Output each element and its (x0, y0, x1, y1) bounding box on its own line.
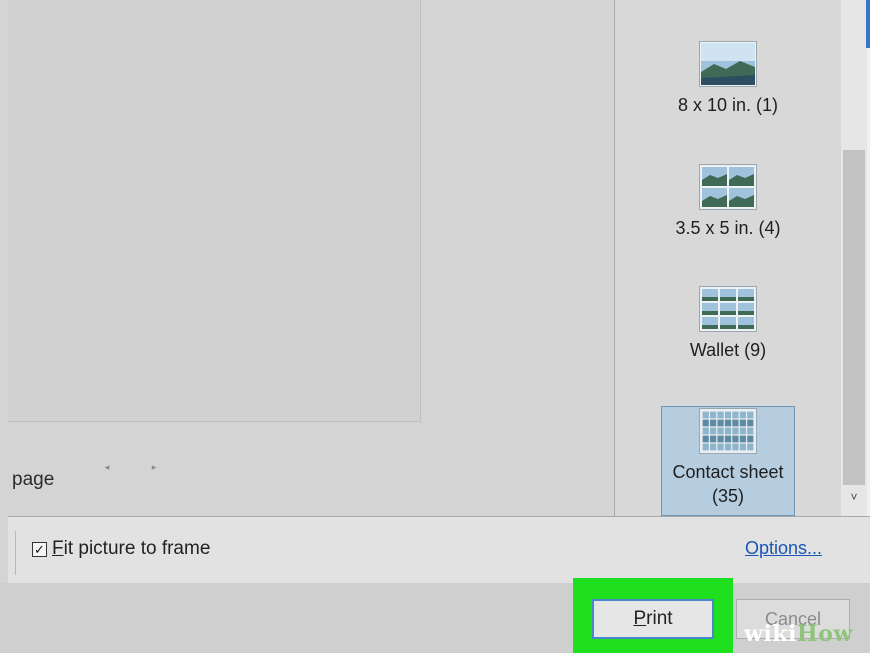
layout-label-line1: Contact sheet (672, 462, 784, 482)
print-label-rest: rint (646, 608, 673, 629)
next-page-icon[interactable]: ▸ (147, 460, 161, 474)
scrollbar-thumb[interactable] (843, 150, 865, 485)
layout-option-wallet[interactable]: Wallet (9) (615, 286, 841, 362)
page-label: page (12, 469, 55, 490)
options-bar-divider (15, 531, 16, 575)
fit-picture-to-frame-row[interactable]: ✓ Fit picture to frame (32, 538, 210, 560)
wikihow-watermark: wikiHow (744, 621, 853, 647)
fit-label-accesskey: F (52, 538, 64, 559)
fit-label-rest: it picture to frame (63, 538, 211, 559)
layout-wallet-thumbnail-icon (699, 286, 757, 332)
layout-8x10-thumbnail-icon (699, 41, 757, 87)
layout-list: 8 x 10 in. (1) 3.5 x 5 in. (4) Wallet (9… (615, 0, 841, 516)
checkmark-icon: ✓ (34, 541, 45, 557)
layout-scrollbar[interactable]: ˅ (841, 0, 867, 516)
fit-picture-label[interactable]: Fit picture to frame (52, 538, 210, 560)
fit-picture-checkbox[interactable]: ✓ (32, 541, 47, 557)
window-edge-accent (866, 0, 870, 48)
layout-option-3-5x5[interactable]: 3.5 x 5 in. (4) (615, 164, 841, 240)
layout-option-8x10[interactable]: 8 x 10 in. (1) (615, 41, 841, 117)
preview-page (8, 0, 421, 422)
scroll-down-icon[interactable]: ˅ (841, 490, 867, 512)
print-button[interactable]: Print (592, 599, 714, 639)
layout-contact-sheet-thumbnail-icon (699, 408, 757, 454)
layout-label: 8 x 10 in. (1) (677, 95, 779, 115)
layout-label-line2: (35) (711, 486, 744, 506)
watermark-wiki: wiki (744, 621, 797, 647)
layout-label: 3.5 x 5 in. (4) (675, 218, 781, 238)
layout-label: Wallet (9) (689, 340, 767, 360)
watermark-how: How (796, 621, 853, 647)
options-link[interactable]: Options... (745, 538, 822, 559)
print-preview-area: page ◂ ▸ (0, 0, 614, 516)
previous-page-icon[interactable]: ◂ (100, 460, 114, 474)
layout-option-contact-sheet[interactable]: Contact sheet (35) (615, 406, 841, 516)
layout-3-5x5-thumbnail-icon (699, 164, 757, 210)
print-accesskey: P (633, 608, 647, 629)
